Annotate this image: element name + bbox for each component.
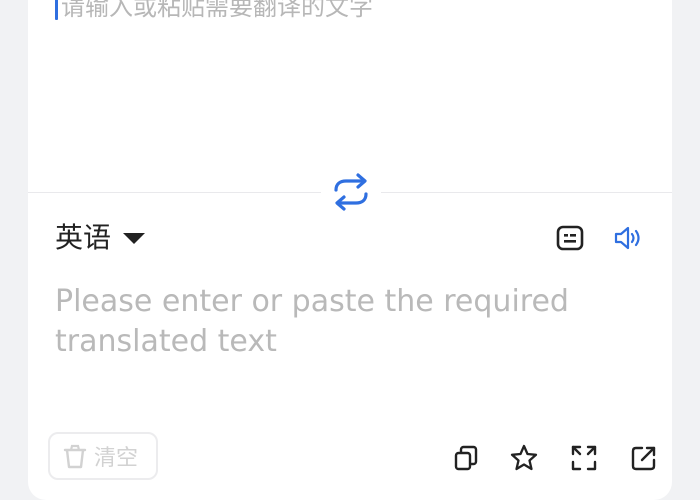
copy-icon xyxy=(454,445,478,471)
speaker-button[interactable] xyxy=(610,220,646,256)
text-recognition-button[interactable] xyxy=(552,220,588,256)
source-input-placeholder[interactable]: 请输入或粘贴需要翻译的文字 xyxy=(61,0,373,22)
swap-languages-icon xyxy=(334,173,368,211)
star-icon xyxy=(510,444,538,471)
target-language-label: 英语 xyxy=(55,221,112,254)
target-language-row: 英语 xyxy=(28,216,672,266)
fullscreen-button[interactable] xyxy=(568,442,600,474)
dropdown-caret-icon xyxy=(123,232,146,244)
favorite-button[interactable] xyxy=(508,442,540,474)
trash-icon xyxy=(63,444,87,469)
translation-output-placeholder: Please enter or paste the required trans… xyxy=(55,284,569,359)
copy-button[interactable] xyxy=(450,442,482,474)
text-cursor xyxy=(55,0,58,20)
clear-button-label: 清空 xyxy=(94,446,139,471)
target-language-select[interactable]: 英语 xyxy=(55,220,146,256)
swap-languages-button[interactable] xyxy=(321,170,381,214)
fullscreen-icon xyxy=(571,445,597,471)
translation-card: 请输入或粘贴需要翻译的文字 英语 Please enter or paste t… xyxy=(28,0,672,500)
clear-button[interactable]: 清空 xyxy=(48,432,158,480)
share-button[interactable] xyxy=(628,442,660,474)
source-text-area[interactable]: 请输入或粘贴需要翻译的文字 xyxy=(28,0,672,192)
share-icon xyxy=(631,446,656,471)
speaker-icon xyxy=(614,226,640,250)
text-recognition-icon xyxy=(556,225,584,251)
